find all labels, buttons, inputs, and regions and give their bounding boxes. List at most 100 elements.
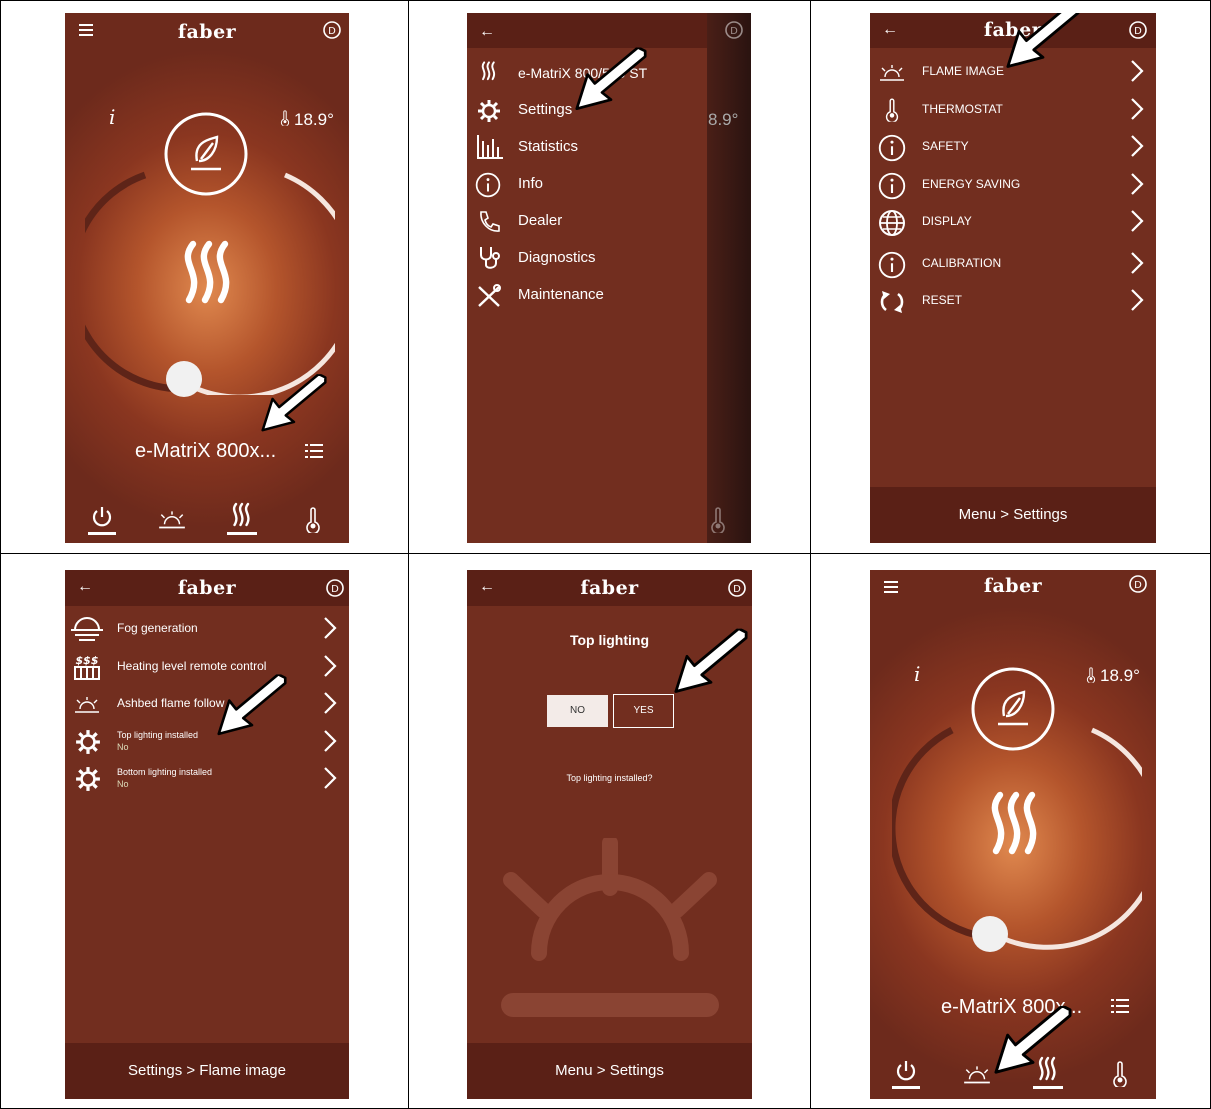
svg-text:D: D <box>331 584 339 595</box>
flame-tab-icon[interactable] <box>227 501 257 535</box>
home-screen-panel: faber D i 18.9° e-MatriX 800x... <box>65 13 349 543</box>
chevron-right-icon <box>323 729 337 758</box>
gear-icon <box>75 729 101 760</box>
eco-mode-button[interactable] <box>163 111 249 197</box>
power-tab-icon[interactable] <box>892 1059 920 1089</box>
chevron-right-icon <box>323 654 337 683</box>
chevron-right-icon <box>1130 59 1144 88</box>
pointer-arrow-yes <box>674 628 748 694</box>
home-screen-final-panel: faber D i 18.9° e-MatriX 800x... <box>870 570 1156 1099</box>
d-badge-icon[interactable]: D <box>326 579 344 597</box>
top-lighting-panel: ← faber D Top lighting NO YES Top lighti… <box>467 570 752 1099</box>
chevron-right-icon <box>323 691 337 720</box>
bar-chart-icon <box>477 135 503 164</box>
gear-icon <box>75 766 101 797</box>
flame-setting-label: Ashbed flame follow <box>117 696 225 710</box>
no-button[interactable]: NO <box>547 695 608 727</box>
menu-item-label: Info <box>518 175 544 192</box>
info-icon <box>878 134 906 167</box>
settings-item-reset[interactable]: RESET <box>870 284 1156 320</box>
d-badge-icon[interactable]: D <box>728 579 746 597</box>
chevron-right-icon <box>1130 288 1144 317</box>
settings-item-label: CALIBRATION <box>922 256 1002 270</box>
chevron-right-icon <box>1130 97 1144 126</box>
top-lighting-illustration <box>501 838 719 1017</box>
menu-item-diagnostics[interactable]: Diagnostics <box>467 241 707 277</box>
thermostat-tab-icon-dimmed <box>708 507 728 533</box>
list-menu-icon[interactable] <box>1111 998 1129 1014</box>
svg-text:$$$: $$$ <box>76 654 99 667</box>
nav-drawer-panel: D 8.9° ← e-MatriX 800/500 ST Settings St… <box>467 13 751 543</box>
settings-item-label: RESET <box>922 293 963 307</box>
chevron-right-icon <box>323 616 337 645</box>
dial-slider-handle[interactable] <box>166 361 202 397</box>
settings-item-safety[interactable]: SAFETY <box>870 130 1156 166</box>
menu-item-info[interactable]: Info <box>467 167 707 203</box>
back-arrow-icon[interactable]: ← <box>479 23 495 41</box>
faber-logo: faber <box>983 575 1043 597</box>
thermostat-tab-icon[interactable] <box>1110 1061 1130 1087</box>
eco-mode-button[interactable] <box>970 666 1056 752</box>
pointer-arrow-device-name <box>261 373 327 433</box>
menu-item-label: Statistics <box>518 138 579 155</box>
flame-image-tab-icon[interactable] <box>962 1064 992 1086</box>
d-badge-icon[interactable]: D <box>323 21 341 39</box>
svg-text:D: D <box>1134 26 1142 37</box>
power-tab-icon[interactable] <box>88 505 116 535</box>
list-menu-icon[interactable] <box>305 443 323 459</box>
menu-item-label: Dealer <box>518 212 563 229</box>
flame-setting-heating-remote[interactable]: $$$ Heating level remote control <box>65 650 349 686</box>
settings-item-calibration[interactable]: CALIBRATION <box>870 247 1156 283</box>
gear-icon <box>477 99 501 128</box>
menu-item-statistics[interactable]: Statistics <box>467 130 707 166</box>
settings-item-label: ENERGY SAVING <box>922 177 1021 191</box>
flame-setting-label: Top lighting installed <box>117 730 199 740</box>
settings-item-label: FLAME IMAGE <box>922 64 1005 78</box>
chevron-right-icon <box>1130 134 1144 163</box>
temperature-reading-dimmed: 8.9° <box>708 110 739 129</box>
flame-setting-value: No <box>117 779 129 789</box>
chevron-right-icon <box>1130 209 1144 238</box>
settings-item-label: SAFETY <box>922 139 969 153</box>
settings-item-label: THERMOSTAT <box>922 102 1003 116</box>
d-badge-icon[interactable]: D <box>725 21 743 39</box>
flame-setting-ashbed-flame-follow[interactable]: Ashbed flame follow <box>65 687 349 723</box>
flame-setting-label: Heating level remote control <box>117 659 267 673</box>
flame-setting-bottom-lighting[interactable]: Bottom lighting installed No <box>65 762 349 798</box>
dial-slider-handle[interactable] <box>972 916 1008 952</box>
flame-image-icon <box>73 695 101 720</box>
device-name[interactable]: e-MatriX 800x... <box>135 440 276 463</box>
heater-icon: $$$ <box>73 654 101 687</box>
thermostat-tab-icon[interactable] <box>303 507 323 533</box>
faber-logo: faber <box>177 577 237 599</box>
svg-text:D: D <box>328 26 336 37</box>
settings-item-display[interactable]: DISPLAY <box>870 205 1156 241</box>
d-badge-icon[interactable]: D <box>1129 21 1147 39</box>
stethoscope-icon <box>478 245 502 276</box>
breadcrumb: Settings > Flame image <box>65 1043 349 1099</box>
yes-button[interactable]: YES <box>613 694 674 728</box>
faber-logo: faber <box>177 21 237 43</box>
info-icon <box>878 172 906 205</box>
menu-item-label: Settings <box>518 101 573 118</box>
info-icon <box>878 251 906 284</box>
flame-setting-top-lighting[interactable]: Top lighting installed No <box>65 725 349 761</box>
settings-item-thermostat[interactable]: THERMOSTAT <box>870 93 1156 129</box>
menu-item-dealer[interactable]: Dealer <box>467 204 707 240</box>
chevron-right-icon <box>1130 251 1144 280</box>
pointer-arrow-settings <box>575 47 647 111</box>
menu-item-maintenance[interactable]: Maintenance <box>467 278 707 314</box>
settings-item-energy-saving[interactable]: ENERGY SAVING <box>870 168 1156 204</box>
flame-setting-fog-generation[interactable]: Fog generation <box>65 612 349 648</box>
chevron-right-icon <box>1130 172 1144 201</box>
flame-image-icon <box>878 63 906 88</box>
question-text: Top lighting installed? <box>566 773 653 783</box>
phone-icon <box>477 210 501 239</box>
svg-text:D: D <box>730 26 738 37</box>
svg-text:D: D <box>1134 580 1142 591</box>
flame-image-tab-icon[interactable] <box>157 509 187 531</box>
flame-setting-label: Bottom lighting installed <box>117 767 213 777</box>
d-badge-icon[interactable]: D <box>1129 575 1147 593</box>
flame-logo-icon <box>976 782 1056 872</box>
settings-panel: ← faber D FLAME IMAGE THERMOSTAT SAFETY … <box>870 13 1156 543</box>
